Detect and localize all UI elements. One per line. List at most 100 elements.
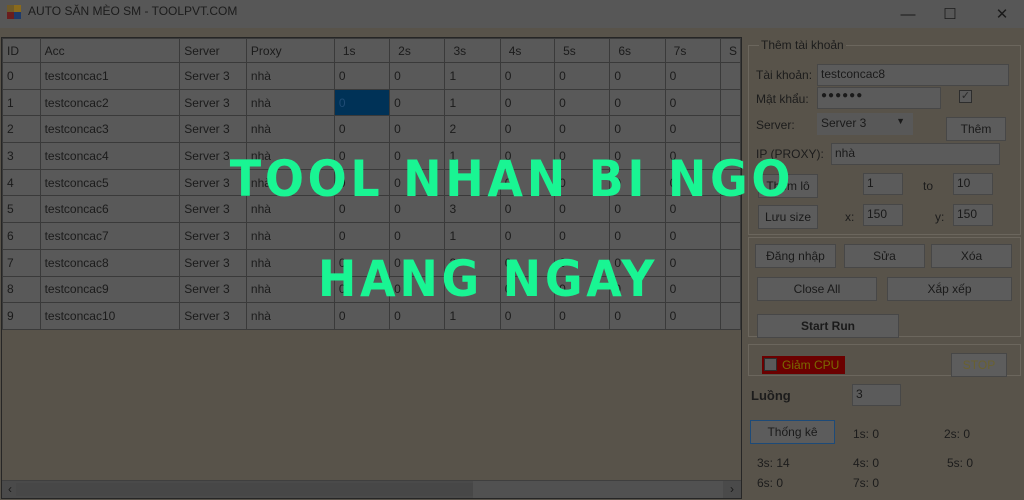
- table-cell[interactable]: Server 3: [179, 142, 247, 170]
- table-row[interactable]: 7 testconcac8 Server 3 nhà 0 0 2 0 0 0 0: [2, 248, 741, 277]
- table-cell[interactable]: nhà: [245, 195, 335, 224]
- batch-to-input[interactable]: 10: [953, 173, 993, 195]
- table-cell[interactable]: 0: [499, 275, 556, 304]
- table-cell[interactable]: 0: [2, 62, 41, 90]
- table-cell[interactable]: 1: [444, 302, 501, 330]
- table-row[interactable]: 0 testconcac1 Server 3 nhà 0 0 1 0 0 0 0: [2, 62, 741, 90]
- table-cell[interactable]: 2: [444, 115, 501, 144]
- table-cell[interactable]: 0: [554, 248, 611, 277]
- table-cell[interactable]: 0: [609, 142, 666, 170]
- table-cell[interactable]: 4: [2, 168, 41, 197]
- table-row[interactable]: 6 testconcac7 Server 3 nhà 0 0 1 0 0 0 0: [2, 222, 741, 250]
- table-cell[interactable]: Server 3: [179, 222, 247, 250]
- table-cell[interactable]: Server 3: [179, 195, 247, 224]
- threads-input[interactable]: 3: [852, 384, 901, 406]
- table-cell[interactable]: nhà: [245, 248, 335, 277]
- table-cell[interactable]: 0: [664, 195, 721, 224]
- table-cell[interactable]: [719, 88, 741, 117]
- table-cell[interactable]: nhà: [245, 88, 335, 117]
- table-cell[interactable]: testconcac4: [39, 142, 181, 170]
- table-cell[interactable]: [719, 222, 741, 250]
- table-cell[interactable]: 0: [554, 168, 611, 197]
- table-cell[interactable]: 0: [333, 115, 391, 144]
- table-cell[interactable]: nhà: [245, 62, 335, 90]
- table-cell[interactable]: 0: [609, 302, 666, 330]
- table-cell[interactable]: 0: [609, 115, 666, 144]
- table-cell[interactable]: testconcac6: [39, 195, 181, 224]
- table-cell[interactable]: Server 3: [179, 302, 247, 330]
- table-cell[interactable]: 1: [444, 88, 501, 117]
- table-cell[interactable]: nhà: [245, 142, 335, 170]
- table-cell[interactable]: 0: [554, 142, 611, 170]
- table-cell[interactable]: 0: [499, 142, 556, 170]
- login-button[interactable]: Đăng nhập: [755, 244, 836, 268]
- table-cell[interactable]: 6: [2, 222, 41, 250]
- table-cell[interactable]: Server 3: [179, 168, 247, 197]
- table-cell[interactable]: 0: [609, 168, 666, 197]
- table-cell[interactable]: 1: [444, 142, 501, 170]
- size-x-input[interactable]: 150: [863, 204, 903, 226]
- table-cell[interactable]: 0: [333, 302, 391, 330]
- table-cell[interactable]: 1: [444, 275, 501, 304]
- table-row[interactable]: 8 testconcac9 Server 3 nhà 0 0 1 0 0 0 0: [2, 275, 741, 304]
- table-cell[interactable]: nhà: [245, 222, 335, 250]
- scroll-right-icon[interactable]: ›: [724, 481, 740, 498]
- table-cell[interactable]: [719, 115, 741, 144]
- save-size-button[interactable]: Lưu size: [758, 205, 818, 229]
- table-cell[interactable]: [719, 275, 741, 304]
- table-cell[interactable]: nhà: [245, 275, 335, 304]
- column-header[interactable]: Proxy: [245, 38, 335, 63]
- batch-add-button[interactable]: Thêm lô: [758, 174, 818, 198]
- table-cell[interactable]: Server 3: [179, 62, 247, 90]
- table-cell[interactable]: 0: [389, 62, 446, 90]
- table-cell[interactable]: 0: [333, 88, 391, 117]
- add-button[interactable]: Thêm: [946, 117, 1006, 141]
- table-cell[interactable]: 1: [444, 168, 501, 197]
- size-y-input[interactable]: 150: [953, 204, 993, 226]
- table-cell[interactable]: testconcac8: [39, 248, 181, 277]
- table-cell[interactable]: 0: [389, 222, 446, 250]
- close-button[interactable]: ✕: [979, 0, 1024, 28]
- maximize-button[interactable]: ☐: [927, 0, 973, 28]
- column-header[interactable]: 7s: [664, 38, 721, 63]
- table-cell[interactable]: nhà: [245, 168, 335, 197]
- column-header[interactable]: 4s: [499, 38, 556, 63]
- table-cell[interactable]: 0: [499, 115, 556, 144]
- table-cell[interactable]: 0: [664, 142, 721, 170]
- table-cell[interactable]: Server 3: [179, 275, 247, 304]
- password-input[interactable]: ●●●●●●: [817, 87, 941, 109]
- column-header[interactable]: 5s: [554, 38, 611, 63]
- proxy-input[interactable]: nhà: [831, 143, 1000, 165]
- table-cell[interactable]: 0: [389, 248, 446, 277]
- table-cell[interactable]: nhà: [245, 115, 335, 144]
- table-cell[interactable]: testconcac9: [39, 275, 181, 304]
- table-cell[interactable]: Server 3: [179, 248, 247, 277]
- delete-button[interactable]: Xóa: [931, 244, 1012, 268]
- column-header[interactable]: 3s: [444, 38, 501, 63]
- table-cell[interactable]: 0: [499, 88, 556, 117]
- table-cell[interactable]: 0: [499, 168, 556, 197]
- table-cell[interactable]: [719, 168, 741, 197]
- table-cell[interactable]: 0: [499, 222, 556, 250]
- column-header[interactable]: Acc: [39, 38, 181, 63]
- table-cell[interactable]: 0: [554, 88, 611, 117]
- batch-from-input[interactable]: 1: [863, 173, 903, 195]
- table-cell[interactable]: 0: [609, 222, 666, 250]
- table-cell[interactable]: [719, 195, 741, 224]
- column-header[interactable]: 6s: [609, 38, 666, 63]
- table-cell[interactable]: 0: [389, 195, 446, 224]
- table-cell[interactable]: 0: [554, 275, 611, 304]
- table-cell[interactable]: 0: [609, 62, 666, 90]
- table-cell[interactable]: testconcac10: [39, 302, 181, 330]
- table-cell[interactable]: 0: [609, 248, 666, 277]
- close-all-button[interactable]: Close All: [757, 277, 877, 301]
- table-cell[interactable]: 1: [2, 88, 41, 117]
- table-cell[interactable]: 0: [554, 195, 611, 224]
- table-cell[interactable]: 7: [2, 248, 41, 277]
- table-cell[interactable]: 0: [664, 222, 721, 250]
- table-cell[interactable]: 0: [664, 115, 721, 144]
- table-cell[interactable]: 0: [664, 88, 721, 117]
- table-cell[interactable]: 0: [389, 115, 446, 144]
- table-row[interactable]: 3 testconcac4 Server 3 nhà 0 0 1 0 0 0 0: [2, 142, 741, 170]
- table-cell[interactable]: 3: [444, 195, 501, 224]
